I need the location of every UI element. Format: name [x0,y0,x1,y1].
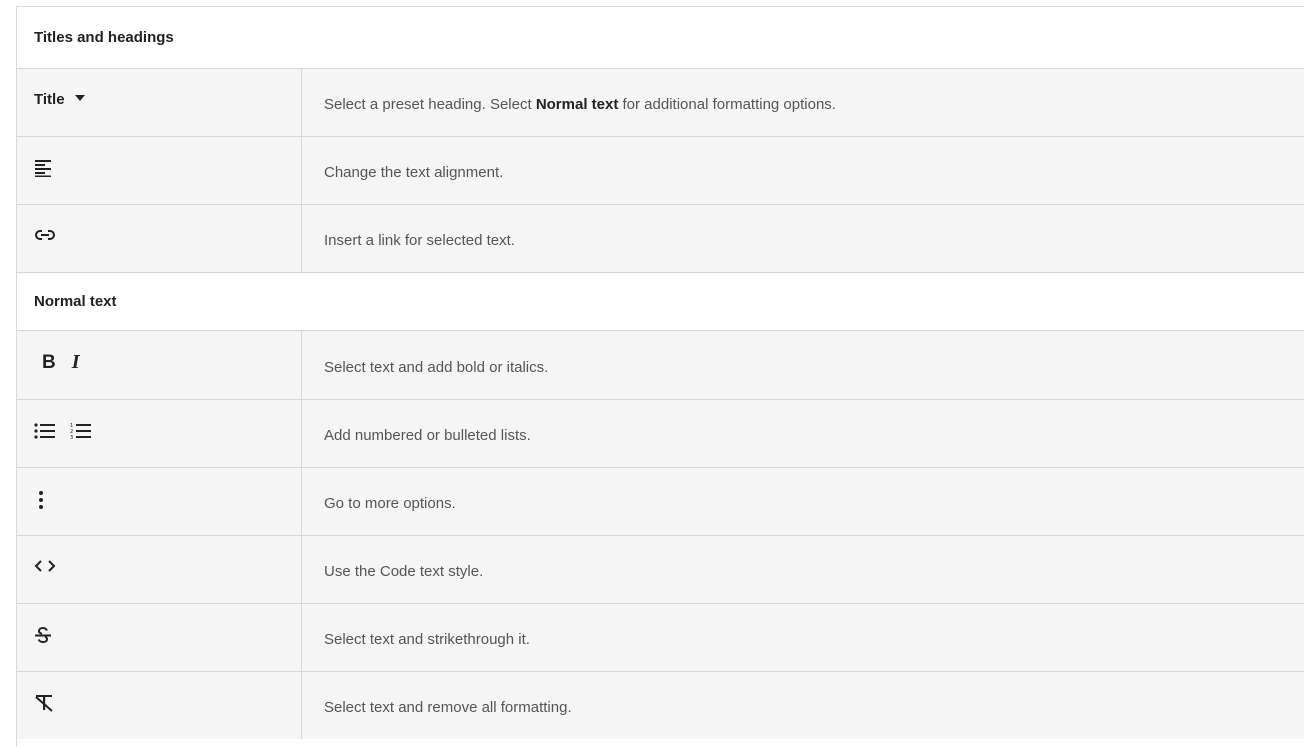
description-text: Select text and remove all formatting. [324,699,572,716]
italic-icon[interactable]: I [72,351,80,374]
icon-cell [17,468,302,535]
icon-cell: 1 2 3 [17,400,302,467]
icon-cell [17,205,302,272]
description-text: Select text and strikethrough it. [324,631,530,648]
description-cell: Select text and add bold or italics. [302,331,1304,399]
more-vertical-icon[interactable] [38,490,44,510]
bold-italic-group: B I [42,351,80,374]
table-row-lists: 1 2 3 Add numbered or bulleted lists. [17,399,1304,467]
table-row-bold-italic: B I Select text and add bold or italics. [17,330,1304,399]
description-text: Change the text alignment. [324,164,504,181]
title-dropdown[interactable]: Title [34,91,85,108]
description-text: Go to more options. [324,495,456,512]
table-row-code: Use the Code text style. [17,535,1304,603]
align-left-icon[interactable] [34,159,52,177]
table-row-align: Change the text alignment. [17,136,1304,204]
section-title: Normal text [34,293,117,310]
icon-cell [17,137,302,204]
description-cell: Change the text alignment. [302,137,1304,204]
description-text: Select text and add bold or italics. [324,358,549,376]
table-row-more: Go to more options. [17,467,1304,535]
numbered-list-icon[interactable]: 1 2 3 [70,422,92,440]
code-icon[interactable] [34,558,56,574]
icon-cell [17,604,302,671]
section-header-titles-and-headings: Titles and headings [17,7,1304,68]
formatting-reference-table: Titles and headings Title Select a prese… [16,6,1304,747]
section-title: Titles and headings [34,29,174,46]
icon-cell: B I [17,331,302,399]
svg-text:3: 3 [70,435,73,440]
icon-cell [17,536,302,603]
link-icon[interactable] [34,227,56,243]
icon-cell: Title [17,69,302,136]
title-dropdown-label: Title [34,91,65,108]
description-cell: Select text and strikethrough it. [302,604,1304,671]
description-text: Use the Code text style. [324,563,484,580]
clear-formatting-icon[interactable] [34,694,54,712]
section-header-normal-text: Normal text [17,272,1304,330]
table-row-link: Insert a link for selected text. [17,204,1304,272]
description-cell: Add numbered or bulleted lists. [302,400,1304,467]
description-cell: Use the Code text style. [302,536,1304,603]
strikethrough-icon[interactable] [34,626,52,644]
description-text: Insert a link for selected text. [324,232,515,249]
description-cell: Select a preset heading. Select Normal t… [302,69,1304,136]
bold-icon[interactable]: B [42,352,56,374]
table-row-heading: Title Select a preset heading. Select No… [17,68,1304,136]
description-cell: Insert a link for selected text. [302,205,1304,272]
description-cell: Go to more options. [302,468,1304,535]
caret-down-icon [74,94,85,101]
bulleted-list-icon[interactable] [34,422,56,440]
description-text: Select a preset heading. Select Normal t… [324,96,836,113]
table-row-strikethrough: Select text and strikethrough it. [17,603,1304,671]
description-text: Add numbered or bulleted lists. [324,427,531,444]
